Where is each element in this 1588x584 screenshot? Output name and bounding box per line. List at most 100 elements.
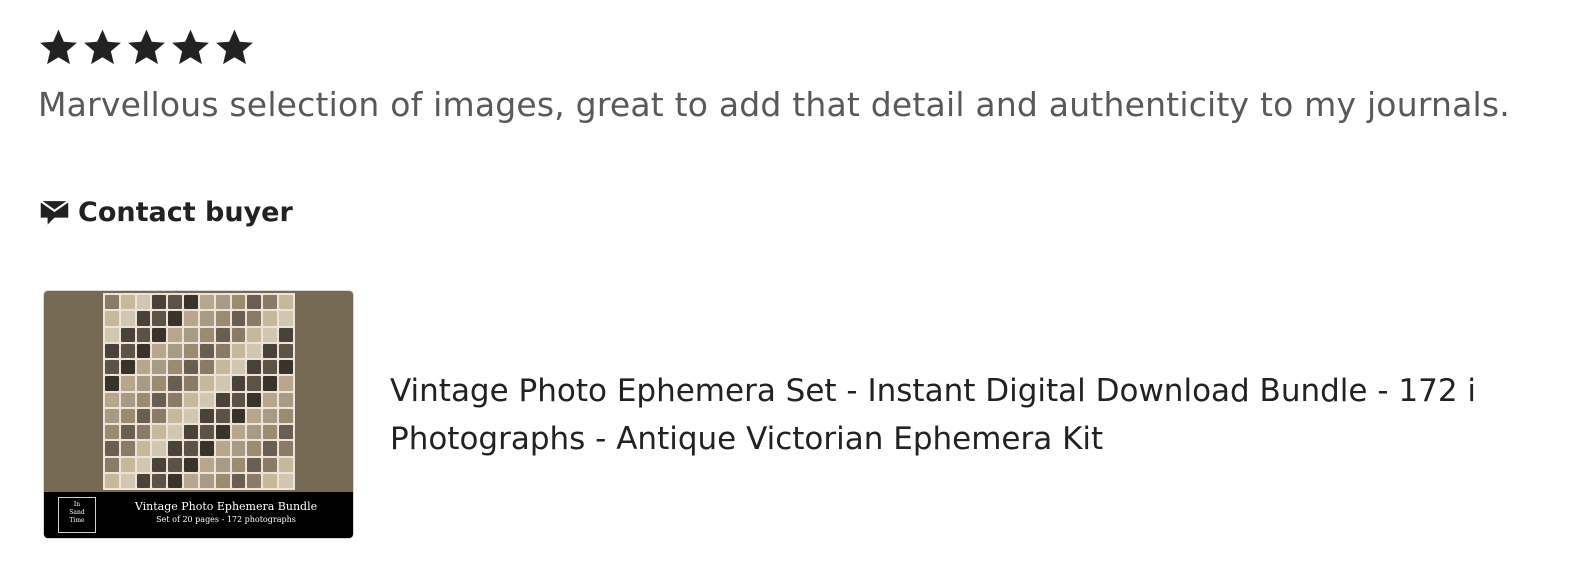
star-rating (38, 27, 255, 68)
collage-photo (215, 392, 230, 407)
collage-photo (168, 327, 183, 342)
star-icon (216, 29, 253, 65)
collage-photo (215, 408, 230, 423)
collage-photo (120, 311, 135, 326)
collage-photo (279, 327, 293, 342)
collage-photo (215, 327, 230, 342)
collage-photo (184, 360, 198, 375)
collage-photo (199, 295, 214, 310)
collage-photo (184, 441, 198, 456)
collage-photo (136, 295, 151, 310)
collage-photo (279, 360, 293, 375)
collage-photo (105, 327, 119, 342)
collage-photo (215, 425, 230, 440)
collage-photo (263, 408, 278, 423)
collage-photo (136, 408, 151, 423)
collage-photo (279, 408, 293, 423)
collage-photo (136, 343, 151, 358)
collage-photo (279, 295, 293, 310)
collage-photo (215, 360, 230, 375)
thumbnail-banner: In Sand Time Vintage Photo Ephemera Bund… (44, 492, 353, 538)
collage-photo (152, 376, 167, 391)
collage-photo (215, 376, 230, 391)
collage-photo (231, 425, 246, 440)
collage-photo (199, 473, 214, 488)
collage-photo (136, 457, 151, 472)
collage-photo (120, 441, 135, 456)
collage-photo (120, 425, 135, 440)
star-icon (40, 29, 77, 65)
collage-photo (152, 360, 167, 375)
collage-photo (184, 457, 198, 472)
collage-photo (231, 327, 246, 342)
collage-photo (263, 425, 278, 440)
thumbnail-photo-collage (103, 293, 295, 490)
listing-title-link[interactable]: Vintage Photo Ephemera Set - Instant Dig… (390, 367, 1588, 463)
collage-photo (263, 392, 278, 407)
collage-photo (231, 441, 246, 456)
collage-photo (136, 376, 151, 391)
collage-photo (199, 311, 214, 326)
collage-photo (152, 441, 167, 456)
collage-photo (168, 343, 183, 358)
collage-photo (247, 441, 262, 456)
collage-photo (120, 376, 135, 391)
collage-photo (168, 392, 183, 407)
listing-thumbnail[interactable]: In Sand Time Vintage Photo Ephemera Bund… (44, 291, 353, 538)
collage-photo (120, 473, 135, 488)
collage-photo (152, 473, 167, 488)
listing-title-line: Vintage Photo Ephemera Set - Instant Dig… (390, 373, 1477, 409)
collage-photo (263, 343, 278, 358)
collage-photo (263, 376, 278, 391)
collage-photo (199, 457, 214, 472)
star-icon (128, 29, 165, 65)
collage-photo (152, 425, 167, 440)
collage-photo (199, 392, 214, 407)
collage-photo (184, 311, 198, 326)
thumbnail-logo: In Sand Time (58, 497, 96, 533)
collage-photo (184, 425, 198, 440)
collage-photo (168, 457, 183, 472)
collage-photo (231, 473, 246, 488)
collage-photo (168, 376, 183, 391)
collage-photo (199, 360, 214, 375)
message-icon (40, 199, 69, 224)
collage-photo (231, 376, 246, 391)
collage-photo (105, 457, 119, 472)
collage-photo (231, 311, 246, 326)
collage-photo (199, 343, 214, 358)
collage-photo (199, 408, 214, 423)
collage-photo (105, 392, 119, 407)
collage-photo (105, 311, 119, 326)
collage-photo (136, 425, 151, 440)
collage-photo (105, 360, 119, 375)
collage-photo (263, 360, 278, 375)
collage-photo (152, 457, 167, 472)
collage-photo (152, 295, 167, 310)
collage-photo (152, 327, 167, 342)
collage-photo (231, 392, 246, 407)
collage-photo (120, 360, 135, 375)
collage-photo (279, 343, 293, 358)
collage-photo (120, 457, 135, 472)
collage-photo (247, 457, 262, 472)
collage-photo (168, 425, 183, 440)
collage-photo (120, 295, 135, 310)
collage-photo (120, 408, 135, 423)
collage-photo (152, 311, 167, 326)
collage-photo (263, 311, 278, 326)
collage-photo (120, 327, 135, 342)
thumbnail-subtitle: Set of 20 pages - 172 photographs (156, 515, 296, 524)
collage-photo (231, 295, 246, 310)
collage-photo (247, 425, 262, 440)
collage-photo (279, 457, 293, 472)
collage-photo (184, 295, 198, 310)
collage-photo (105, 376, 119, 391)
collage-photo (215, 311, 230, 326)
collage-photo (105, 295, 119, 310)
collage-photo (199, 425, 214, 440)
collage-photo (184, 376, 198, 391)
contact-buyer-button[interactable]: Contact buyer (38, 195, 293, 231)
collage-photo (279, 311, 293, 326)
collage-photo (199, 441, 214, 456)
